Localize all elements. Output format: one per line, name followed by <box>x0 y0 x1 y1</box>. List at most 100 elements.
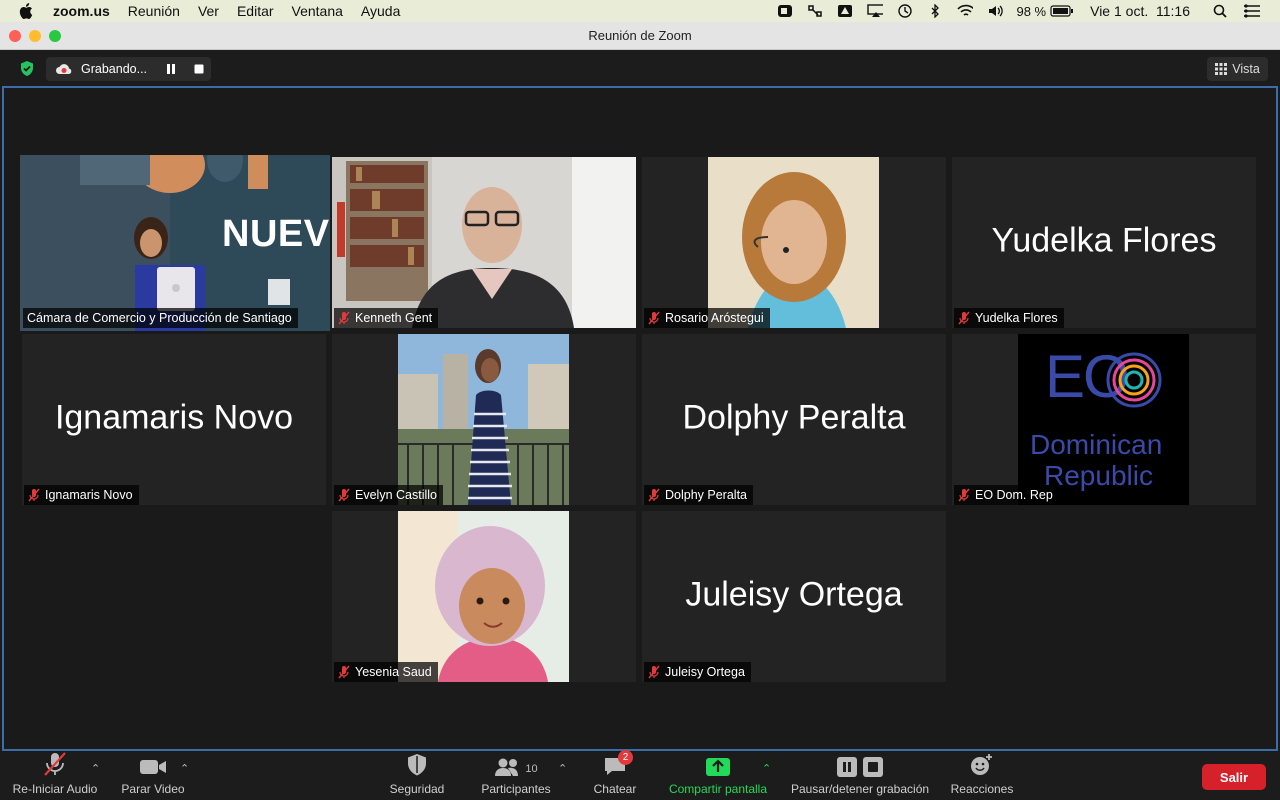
video-camera-icon <box>140 760 166 774</box>
participant-name-label: Evelyn Castillo <box>334 485 443 505</box>
window-titlebar: Reunión de Zoom <box>0 22 1280 50</box>
participant-name-label: Yesenia Saud <box>334 662 438 682</box>
participants-count: 10 <box>525 763 538 775</box>
muted-microphone-icon <box>44 752 66 776</box>
menu-app-name[interactable]: zoom.us <box>53 3 110 19</box>
stop-recording-icon[interactable] <box>194 64 204 74</box>
pause-recording-icon[interactable] <box>166 64 176 74</box>
apple-menu-icon[interactable] <box>19 3 39 19</box>
participant-tile[interactable]: Rosario Aróstegui <box>642 157 946 328</box>
reactions-button-label: Reacciones <box>950 782 1014 796</box>
security-button-label: Seguridad <box>389 782 445 796</box>
volume-icon[interactable] <box>987 4 1004 18</box>
menu-editar[interactable]: Editar <box>237 3 274 19</box>
participant-tile[interactable]: Evelyn Castillo <box>332 334 636 505</box>
battery-icon[interactable] <box>1050 4 1074 18</box>
participant-name: Yesenia Saud <box>355 665 432 679</box>
zoom-window-button[interactable] <box>49 30 61 42</box>
recording-label: Grabando... <box>81 62 148 76</box>
time-machine-icon[interactable] <box>897 4 913 18</box>
participants-options-caret-icon[interactable]: ⌃ <box>558 762 567 775</box>
participants-icon <box>495 758 519 776</box>
participant-tile[interactable]: Yesenia Saud <box>332 511 636 682</box>
participants-button-label: Participantes <box>481 782 551 796</box>
audio-options-caret-icon[interactable]: ⌃ <box>91 762 100 775</box>
participant-video <box>398 511 569 682</box>
participant-name: Juleisy Ortega <box>665 665 745 679</box>
drive-status-icon[interactable] <box>837 4 853 18</box>
chat-button-label: Chatear <box>593 782 637 796</box>
view-button[interactable]: Vista <box>1207 57 1268 81</box>
participant-name: Kenneth Gent <box>355 311 433 325</box>
bluetooth-icon[interactable] <box>927 4 943 18</box>
pause-recording-button-icon <box>837 757 857 777</box>
leave-meeting-button[interactable]: Salir <box>1202 764 1266 790</box>
eo-logo: EO Dominican Republic <box>1018 334 1189 505</box>
participant-name-display: Juleisy Ortega <box>685 575 903 614</box>
participant-tile[interactable]: Ignamaris Novo Ignamaris Novo <box>22 334 326 505</box>
participant-tile[interactable]: EO Dominican Republic EO Dom. Rep <box>952 334 1256 505</box>
audio-button[interactable]: Re-Iniciar Audio <box>6 752 104 800</box>
minimize-window-button[interactable] <box>29 30 41 42</box>
menu-ayuda[interactable]: Ayuda <box>361 3 400 19</box>
security-shield-icon <box>408 754 426 776</box>
participant-tile[interactable]: Dolphy Peralta Dolphy Peralta <box>642 334 946 505</box>
participant-name: Dolphy Peralta <box>665 488 747 502</box>
muted-mic-icon <box>958 488 970 502</box>
airplay-icon[interactable] <box>867 4 884 18</box>
participant-name-label: Yudelka Flores <box>954 308 1064 328</box>
security-button[interactable]: Seguridad <box>382 752 452 800</box>
video-button[interactable]: Parar Video <box>116 752 190 800</box>
menu-reunion[interactable]: Reunión <box>128 3 180 19</box>
participant-name-label: Juleisy Ortega <box>644 662 751 682</box>
participant-name: Ignamaris Novo <box>45 488 133 502</box>
add-reaction-icon <box>971 754 992 775</box>
share-screen-button[interactable]: Compartir pantalla <box>660 752 776 800</box>
menubar-clock[interactable]: Vie 1 oct. 11:16 <box>1090 3 1190 19</box>
grid-view-icon <box>1215 63 1228 75</box>
participant-name: Evelyn Castillo <box>355 488 437 502</box>
participant-tile[interactable]: Kenneth Gent <box>332 157 636 328</box>
video-options-caret-icon[interactable]: ⌃ <box>180 762 189 775</box>
participant-name-display: Ignamaris Novo <box>54 398 294 437</box>
eo-logo-rings <box>1106 352 1162 408</box>
zoom-status-icon[interactable] <box>777 4 793 18</box>
participant-name: Rosario Aróstegui <box>665 311 764 325</box>
participant-tile[interactable]: Yudelka Flores Yudelka Flores <box>952 157 1256 328</box>
share-options-caret-icon[interactable]: ⌃ <box>762 762 771 775</box>
meeting-controls-toolbar: Re-Iniciar Audio ⌃ Parar Video ⌃ Segurid… <box>0 750 1280 800</box>
share-screen-icon <box>706 758 730 776</box>
encryption-shield-icon[interactable] <box>19 60 35 77</box>
participant-tile[interactable]: Juleisy Ortega Juleisy Ortega <box>642 511 946 682</box>
close-window-button[interactable] <box>9 30 21 42</box>
battery-percent: 98 % <box>1016 3 1047 19</box>
recording-indicator: Grabando... <box>46 57 211 81</box>
muted-mic-icon <box>648 665 660 679</box>
participants-button[interactable]: 10 Participantes <box>474 752 558 800</box>
muted-mic-icon <box>338 665 350 679</box>
window-title: Reunión de Zoom <box>588 28 692 43</box>
participant-tile[interactable]: NUEV Cámara de Comercio y Producción de … <box>20 155 330 331</box>
pause-stop-recording-button[interactable]: Pausar/detener grabación <box>784 752 936 800</box>
chat-button[interactable]: 2 Chatear <box>586 750 644 800</box>
recording-controls-label: Pausar/detener grabación <box>790 782 930 796</box>
eo-logo-line2: Republic <box>1044 460 1153 491</box>
spotlight-search-icon[interactable] <box>1212 4 1228 18</box>
menu-ver[interactable]: Ver <box>198 3 219 19</box>
macos-menubar: zoom.us Reunión Ver Editar Ventana Ayuda… <box>0 0 1280 22</box>
muted-mic-icon <box>28 488 40 502</box>
participant-name-label: Dolphy Peralta <box>644 485 753 505</box>
menu-ventana[interactable]: Ventana <box>292 3 343 19</box>
participant-name-label: Kenneth Gent <box>334 308 439 328</box>
muted-mic-icon <box>338 488 350 502</box>
chat-unread-badge: 2 <box>618 750 633 765</box>
banner-text: NUEV <box>222 213 330 255</box>
cloud-recording-icon <box>56 64 72 74</box>
reactions-button[interactable]: Reacciones <box>946 752 1018 800</box>
participant-name: Yudelka Flores <box>975 311 1058 325</box>
wifi-icon[interactable] <box>957 4 974 18</box>
control-center-icon[interactable] <box>1242 4 1262 18</box>
view-button-label: Vista <box>1232 62 1260 76</box>
participant-video <box>708 157 879 328</box>
tool-status-icon[interactable] <box>807 4 823 18</box>
